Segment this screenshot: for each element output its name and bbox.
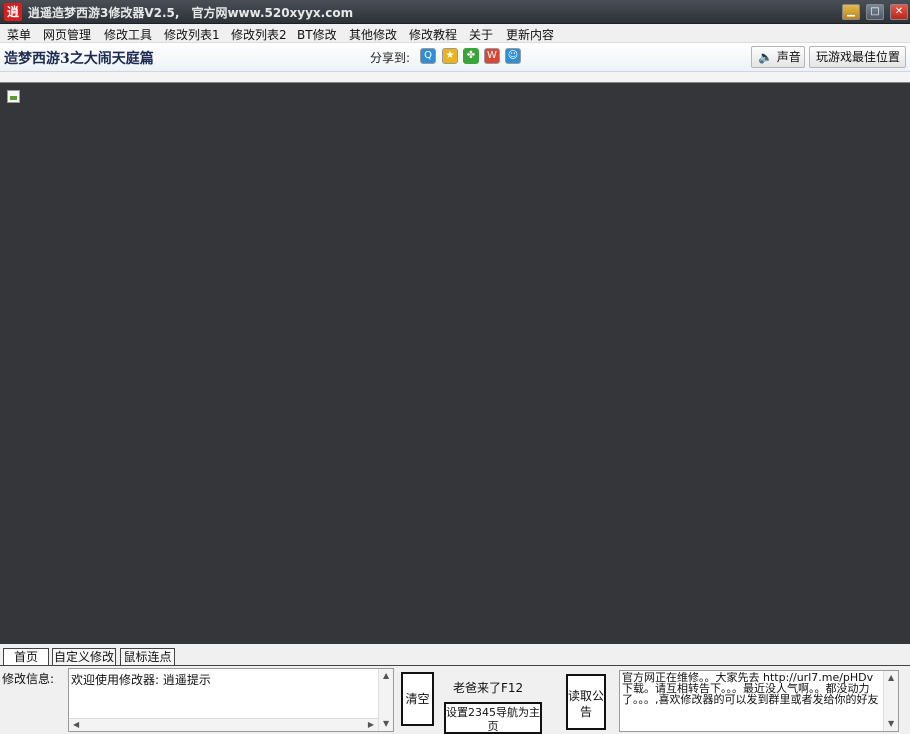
sound-button[interactable]: 🔈 声音	[751, 46, 805, 68]
notice-text: 官方网正在维修。。大家先去 http://url7.me/pHDv下载。请互相转…	[622, 672, 879, 705]
bottom-panel: 首页 自定义修改 鼠标连点 修改信息: 欢迎使用修改器: 逍遥提示 ▲ ▼ ◀ …	[0, 644, 910, 734]
share-label: 分享到:	[370, 51, 411, 65]
info-textarea[interactable]: 欢迎使用修改器: 逍遥提示 ▲ ▼ ◀ ▶	[68, 668, 394, 732]
info-vertical-scrollbar[interactable]: ▲ ▼	[378, 669, 393, 731]
scroll-down-icon[interactable]: ▼	[383, 719, 389, 729]
game-title: 造梦西游3之大闹天庭篇	[4, 51, 154, 67]
menu-item-updates[interactable]: 更新内容	[506, 26, 554, 43]
read-notice-button[interactable]: 读取公告	[566, 674, 606, 730]
broken-image-icon	[7, 90, 20, 103]
notice-textarea[interactable]: 官方网正在维修。。大家先去 http://url7.me/pHDv下载。请互相转…	[619, 670, 899, 732]
menu-item-tools[interactable]: 修改工具	[104, 26, 152, 43]
sound-label: 声音	[776, 50, 801, 64]
game-view[interactable]	[0, 82, 910, 644]
menu-item-list1[interactable]: 修改列表1	[164, 26, 220, 43]
scroll-left-icon[interactable]: ◀	[73, 720, 79, 730]
speaker-icon: 🔈	[758, 50, 773, 64]
menu-item-list2[interactable]: 修改列表2	[231, 26, 287, 43]
app-icon: 逍	[4, 3, 22, 21]
info-label: 修改信息:	[2, 672, 55, 686]
scroll-up-icon[interactable]: ▲	[888, 673, 894, 683]
menu-item-about[interactable]: 关于	[469, 26, 493, 43]
close-button[interactable]: ✕	[890, 4, 908, 20]
best-position-button[interactable]: 玩游戏最佳位置	[809, 46, 906, 68]
menu-bar: 菜单 网页管理 修改工具 修改列表1 修改列表2 BT修改 其他修改 修改教程 …	[0, 24, 910, 42]
maximize-icon: □	[870, 6, 880, 17]
minimize-button[interactable]: ▁	[842, 4, 860, 20]
notice-vertical-scrollbar[interactable]: ▲ ▼	[883, 671, 898, 731]
boss-key-label: 老爸来了F12	[453, 681, 524, 695]
star-icon[interactable]: ★	[442, 48, 458, 64]
set-homepage-button[interactable]: 设置2345导航为主页	[444, 702, 542, 734]
weibo-icon[interactable]: W	[484, 48, 500, 64]
toolbar: 造梦西游3之大闹天庭篇 分享到: Q ★ ✤ W ☺ 🔈 声音 玩游戏最佳位置	[0, 42, 910, 72]
scroll-up-icon[interactable]: ▲	[383, 671, 389, 681]
minimize-icon: ▁	[847, 6, 855, 17]
separator	[0, 72, 910, 82]
menu-item-web-manage[interactable]: 网页管理	[43, 26, 91, 43]
menu-item-tutorial[interactable]: 修改教程	[409, 26, 457, 43]
info-horizontal-scrollbar[interactable]: ◀ ▶	[69, 718, 378, 731]
menu-item-menu[interactable]: 菜单	[7, 26, 31, 43]
title-bar: 逍 逍遥造梦西游3修改器V2.5, 官方网www.520xyyx.com ▁ □…	[0, 0, 910, 24]
menu-item-other[interactable]: 其他修改	[349, 26, 397, 43]
clear-button[interactable]: 清空	[401, 672, 434, 726]
app-window: 逍 逍遥造梦西游3修改器V2.5, 官方网www.520xyyx.com ▁ □…	[0, 0, 910, 734]
clover-icon[interactable]: ✤	[463, 48, 479, 64]
tab-mouse-clicker[interactable]: 鼠标连点	[120, 648, 175, 666]
info-text: 欢迎使用修改器: 逍遥提示	[71, 673, 211, 687]
tab-custom-modify[interactable]: 自定义修改	[52, 648, 116, 666]
scroll-right-icon[interactable]: ▶	[368, 720, 374, 730]
tab-divider	[0, 665, 910, 666]
tab-home[interactable]: 首页	[3, 648, 49, 666]
close-icon: ✕	[894, 6, 904, 17]
qzone-icon[interactable]: Q	[420, 48, 436, 64]
qq-icon[interactable]: ☺	[505, 48, 521, 64]
menu-item-bt[interactable]: BT修改	[297, 26, 337, 43]
window-title: 逍遥造梦西游3修改器V2.5, 官方网www.520xyyx.com	[28, 6, 354, 20]
scroll-down-icon[interactable]: ▼	[888, 719, 894, 729]
maximize-button[interactable]: □	[866, 4, 884, 20]
